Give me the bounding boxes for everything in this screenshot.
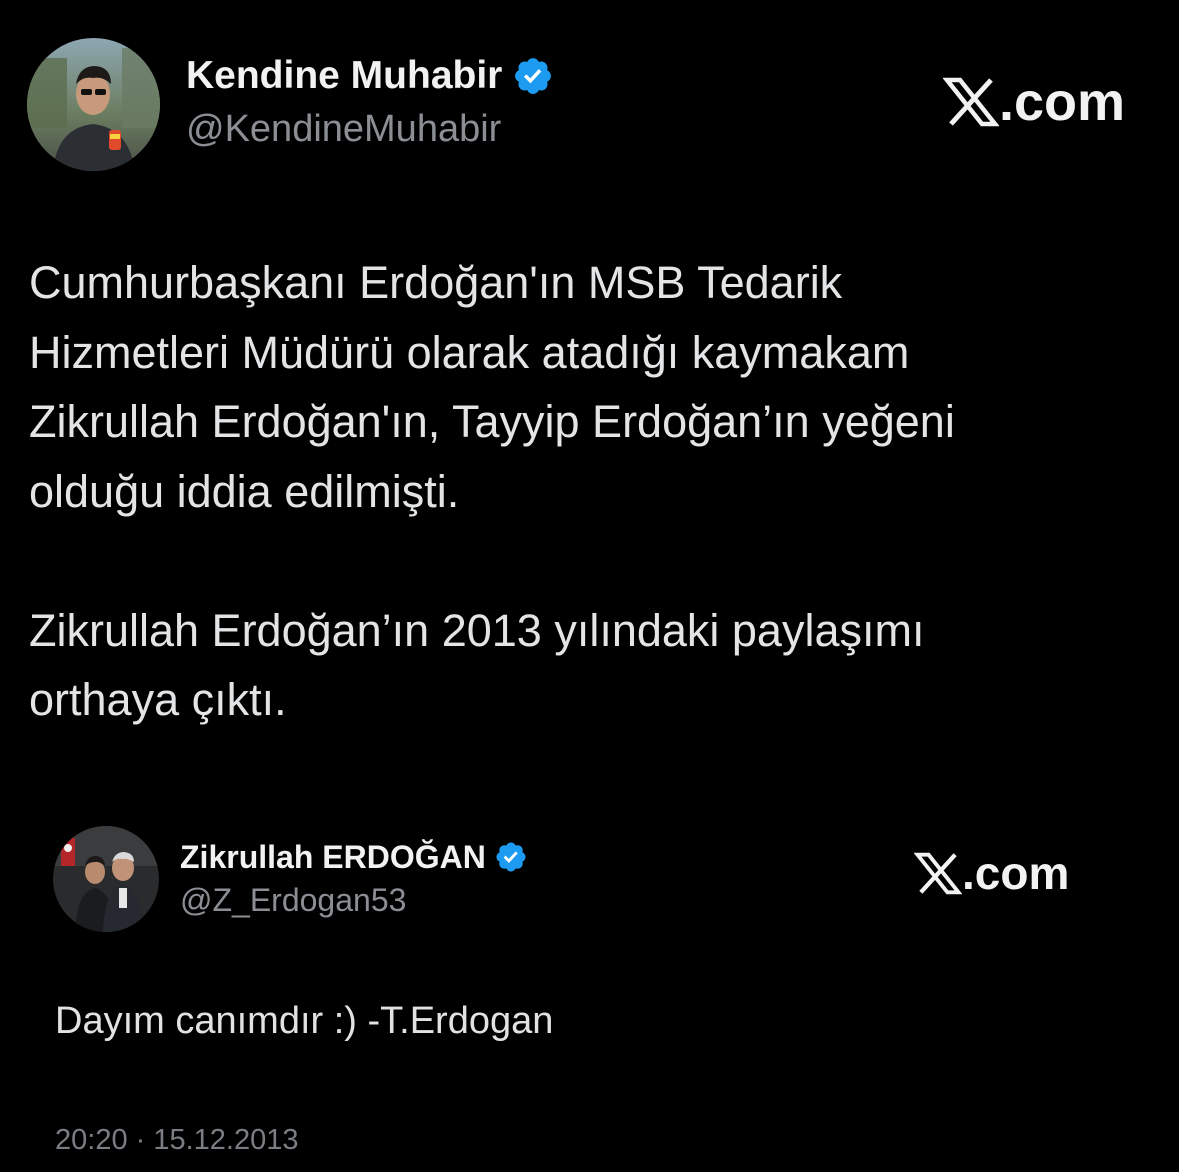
x-com-watermark: .com <box>942 70 1126 134</box>
x-com-watermark-suffix: .com <box>962 847 1070 899</box>
quoted-author-avatar[interactable] <box>53 826 159 932</box>
x-logo-icon <box>913 852 963 895</box>
x-logo-icon <box>942 77 1000 127</box>
main-author-display-name[interactable]: Kendine Muhabir <box>186 54 502 98</box>
user-avatar-photo-icon <box>27 38 160 171</box>
quoted-author-handle[interactable]: @Z_Erdogan53 <box>180 882 406 919</box>
quoted-tweet-text: Dayım canımdır :) -T.Erdogan <box>55 1000 554 1042</box>
verified-badge-icon <box>512 55 554 97</box>
main-author-avatar[interactable] <box>27 38 160 171</box>
verified-badge-icon <box>494 840 528 874</box>
quoted-author-display-name[interactable]: Zikrullah ERDOĞAN <box>180 839 486 876</box>
quoted-tweet-timestamp[interactable]: 20:20 · 15.12.2013 <box>55 1124 298 1157</box>
x-com-watermark-suffix: .com <box>999 72 1126 132</box>
main-author-name-row: Kendine Muhabir <box>186 50 554 102</box>
main-author-handle[interactable]: @KendineMuhabir <box>186 108 501 151</box>
quoted-author-name-row: Zikrullah ERDOĞAN <box>180 836 528 878</box>
user-avatar-photo-icon <box>53 826 159 932</box>
main-tweet-text: Cumhurbaşkanı Erdoğan'ın MSB Tedarik Hiz… <box>29 257 955 725</box>
x-com-watermark: .com <box>913 846 1070 900</box>
